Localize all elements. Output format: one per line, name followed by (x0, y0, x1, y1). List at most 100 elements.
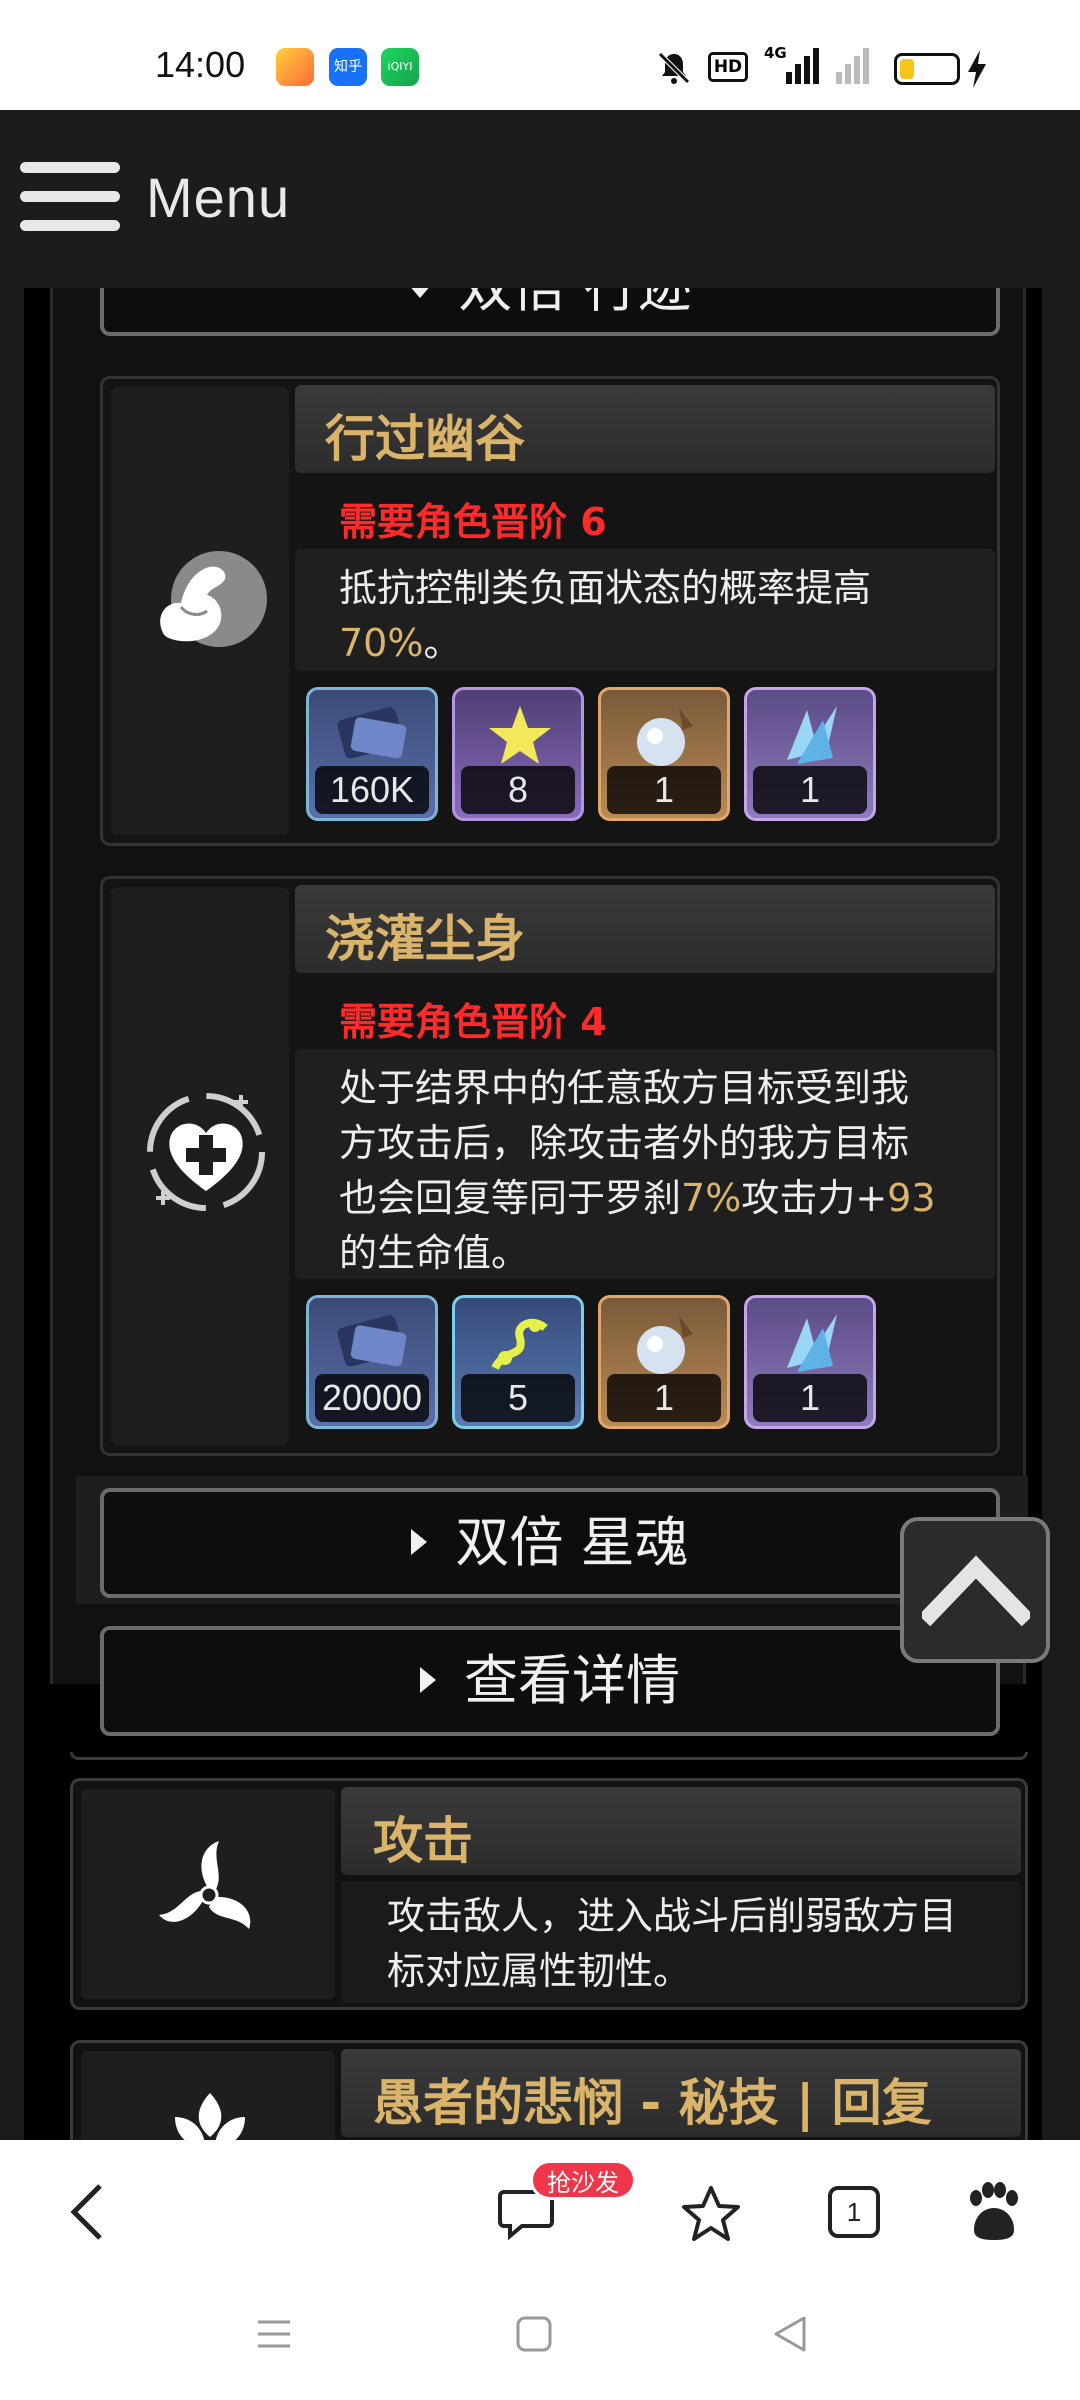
battery-fill (900, 59, 914, 79)
skill-title-bar: 愚者的悲悯 - 秘技 | 回复 (341, 2049, 1021, 2137)
caret-right-icon (420, 1667, 436, 1694)
back-triangle-icon[interactable] (770, 2314, 810, 2354)
desc-line-4: 的生命值。 (339, 1231, 530, 1275)
credit-icon (337, 707, 407, 759)
material-count: 1 (753, 1374, 867, 1422)
material-count: 160K (315, 766, 429, 814)
vine-item-icon (491, 1318, 548, 1371)
trace-description: 抵抗控制类负面状态的概率提高 70%。 (295, 549, 995, 671)
comment-badge: 抢沙发 (530, 2160, 636, 2200)
status-bar: 14:00 知乎 iQIYI HD 4G (0, 0, 1080, 110)
star-icon[interactable] (680, 2184, 742, 2244)
double-trace-label: 双倍 行迹 (458, 288, 691, 319)
desc-line-2: 方攻击后，除攻击者外的我方目标 (339, 1121, 910, 1165)
view-details-label: 查看详情 (464, 1649, 680, 1712)
system-nav-bar (0, 2270, 1080, 2400)
zhihu-app-icon: 知乎 (329, 48, 367, 86)
view-details-toggle[interactable]: 查看详情 (100, 1626, 1000, 1736)
trace-requirement: 需要角色晋阶 4 (339, 1000, 607, 1044)
mute-bell-icon (658, 52, 690, 84)
baidu-paw-icon[interactable] (962, 2180, 1022, 2244)
skill-desc-line-2: 标对应属性韧性。 (387, 1949, 692, 1993)
trace-card-2: 浇灌尘身 需要角色晋阶 4 处于结界中的任意敌方目标受到我 方攻击后，除攻击者外… (100, 876, 1000, 1456)
trace-icon-panel (111, 387, 289, 835)
caret-down-icon (408, 288, 433, 299)
skill-title: 攻击 (373, 1812, 473, 1870)
skill-title: 愚者的悲悯 - 秘技 | 回复 (373, 2074, 932, 2132)
double-trace-toggle[interactable]: 双倍 行迹 (100, 288, 1000, 336)
material-count: 1 (607, 1374, 721, 1422)
credit-icon (337, 1315, 407, 1367)
material-count: 5 (461, 1374, 575, 1422)
skill-card-attack: 攻击 攻击敌人，进入战斗后削弱敌方目 标对应属性韧性。 (70, 1778, 1028, 2010)
vine-material[interactable]: 5 (452, 1295, 584, 1429)
chevron-up-icon (922, 1555, 1030, 1627)
caret-right-icon (411, 1529, 428, 1556)
chevron-left-icon[interactable] (62, 2180, 112, 2244)
hd-badge: HD (708, 52, 748, 82)
desc-text-b: 。 (423, 621, 462, 665)
lotus-icon (175, 2093, 245, 2140)
recent-apps-icon[interactable] (254, 2314, 294, 2354)
credit-material[interactable]: 20000 (306, 1295, 438, 1429)
desc-line-3a: 也会回复等同于罗刹 (339, 1176, 682, 1220)
attack-swirl-icon (159, 1841, 251, 1929)
charging-icon (968, 50, 986, 88)
iqiyi-app-icon: iQIYI (381, 48, 419, 86)
page-content: 双倍 行迹 行过幽谷 需要角色晋阶 6 抵抗控制类负面状态的概率提高 70%。 … (0, 288, 1080, 2140)
trace-title-bar: 行过幽谷 (295, 385, 995, 473)
desc-line-1: 处于结界中的任意敌方目标受到我 (339, 1066, 910, 1110)
signal-icon-2 (832, 46, 880, 86)
game-app-icon (276, 48, 314, 86)
trace-card-1: 行过幽谷 需要角色晋阶 6 抵抗控制类负面状态的概率提高 70%。 160K 8… (100, 376, 1000, 846)
material-count: 20000 (315, 1374, 429, 1422)
desc-text-a: 抵抗控制类负面状态的概率提高 (339, 566, 872, 610)
site-header: Menu (0, 110, 1080, 288)
material-count: 1 (607, 766, 721, 814)
status-time: 14:00 (155, 44, 246, 85)
menu-label[interactable]: Menu (146, 165, 290, 230)
trace-title: 行过幽谷 (325, 410, 525, 468)
skill-card-technique: 愚者的悲悯 - 秘技 | 回复 (70, 2040, 1028, 2140)
hamburger-menu-icon[interactable] (20, 162, 120, 232)
skill-desc-line-1: 攻击敌人，进入战斗后削弱敌方目 (387, 1894, 958, 1938)
skill-icon-panel (81, 1789, 335, 1999)
desc-highlight-pct: 7% (681, 1176, 742, 1220)
hd-label: HD (713, 57, 743, 77)
scroll-to-top-button[interactable] (900, 1517, 1050, 1663)
iqiyi-label: iQIYI (387, 60, 413, 73)
network-label: 4G (764, 44, 787, 62)
heart-heal-icon (147, 1093, 265, 1211)
battery-icon (894, 53, 960, 85)
browser-toolbar: 抢沙发 1 (0, 2140, 1080, 2270)
desc-highlight: 70% (339, 621, 424, 665)
trace-icon-panel (111, 887, 289, 1445)
material-count: 1 (753, 766, 867, 814)
zhihu-label: 知乎 (334, 59, 362, 75)
credit-material[interactable]: 160K (306, 687, 438, 821)
orb-material[interactable]: 1 (598, 1295, 730, 1429)
double-eidolon-label: 双倍 星魂 (455, 1511, 689, 1574)
details-panel-bottom (70, 1752, 1028, 1760)
signal-icon-1: 4G (760, 44, 820, 86)
orb-item-icon (637, 1316, 693, 1374)
orb-material[interactable]: 1 (598, 687, 730, 821)
skill-icon-panel (81, 2051, 335, 2140)
tabs-button[interactable]: 1 (828, 2186, 880, 2238)
double-eidolon-toggle[interactable]: 双倍 星魂 (100, 1488, 1000, 1598)
crystal-item-icon (787, 706, 837, 764)
skill-title-bar: 攻击 (341, 1787, 1021, 1875)
orb-item-icon (637, 708, 693, 766)
star-item-icon (489, 706, 551, 764)
home-icon[interactable] (514, 2314, 554, 2354)
trace-title: 浇灌尘身 (325, 910, 525, 968)
trace-description: 处于结界中的任意敌方目标受到我 方攻击后，除攻击者外的我方目标 也会回复等同于罗… (295, 1049, 995, 1279)
skill-description: 攻击敌人，进入战斗后削弱敌方目 标对应属性韧性。 (341, 1881, 1021, 2003)
crystal-material[interactable]: 1 (744, 1295, 876, 1429)
star-material[interactable]: 8 (452, 687, 584, 821)
desc-line-3c: 攻击力+ (741, 1176, 888, 1220)
trace-title-bar: 浇灌尘身 (295, 885, 995, 973)
desc-highlight-flat: 93 (887, 1176, 936, 1220)
crystal-material[interactable]: 1 (744, 687, 876, 821)
crystal-item-icon (787, 1314, 837, 1372)
